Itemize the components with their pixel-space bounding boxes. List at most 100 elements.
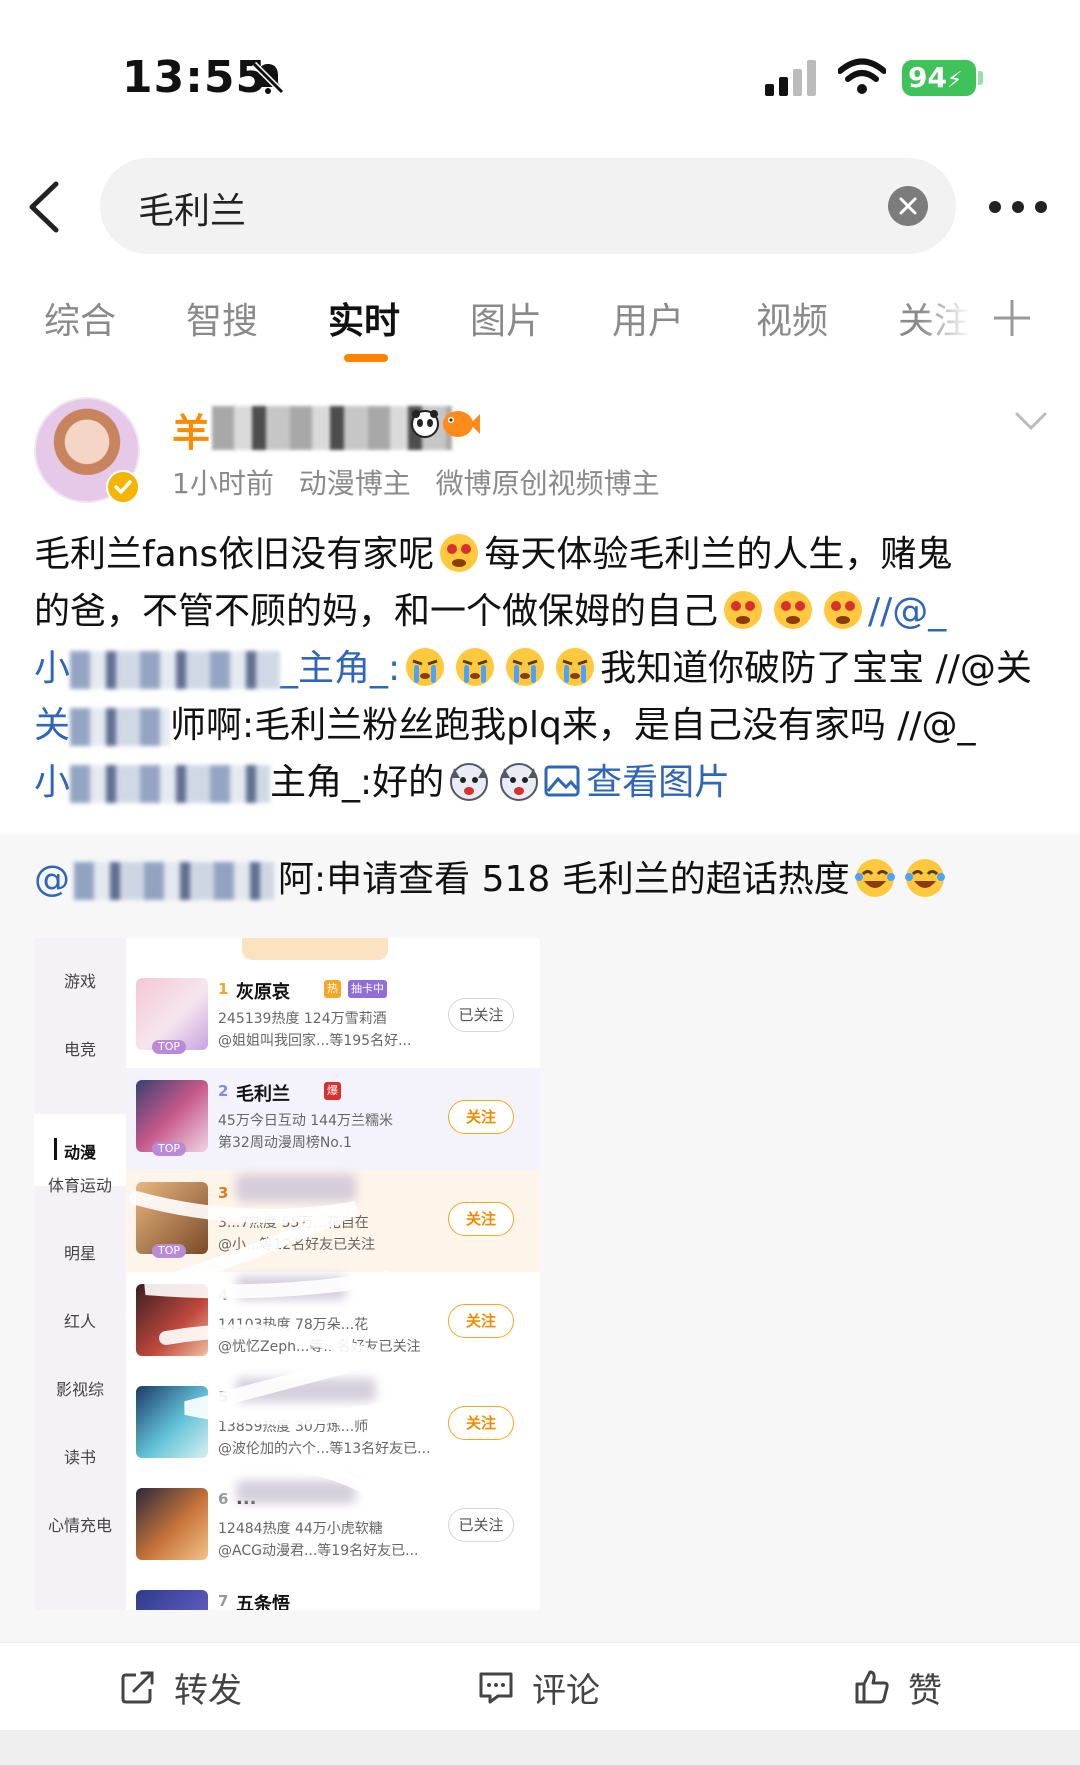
comment-label: 评论 [532,1671,600,1711]
laughing-tears-emoji-icon [904,859,945,897]
post-text: 毛利兰fans依旧没有家呢 每天体验毛利兰的人生，赌鬼 的爸，不管不顾的妈，和一个… [34,526,1046,811]
username-prefix: 羊 [172,411,211,455]
post-line-3: 小 _主角_: 我知道你破防了宝宝 //@关 [34,640,1046,697]
image-category-esports: 电竞 [63,1040,96,1059]
clear-search-icon[interactable] [888,186,928,226]
mention-link[interactable]: 关 [34,705,70,746]
user-tag-anime: 动漫博主 [298,467,411,500]
tearful-face-emoji-icon [456,648,495,686]
image-follow-button: 关注 [448,1202,514,1236]
panda-badge-icon [411,410,439,438]
image-follow-button: 关注 [448,1100,514,1134]
repost-image[interactable]: 游戏 电竞 动漫 体育运动 明星 红人 影视综 读书 心情充电 TOP 1 灰原… [34,938,540,1610]
chevron-down-icon[interactable] [1014,410,1048,432]
post-text-segment: 的爸，不管不顾的妈，和一个做保姆的自己 [34,591,719,632]
search-box[interactable]: 毛利兰 [100,158,956,254]
laughing-tears-emoji-icon [854,859,895,897]
image-category-sports: 体育运动 [47,1176,112,1195]
post-meta: 1小时前 动漫博主 微博原创视频博主 [172,462,676,502]
fish-badge-icon [443,411,480,437]
bottom-strip [0,1730,1080,1765]
image-category-mood: 心情充电 [47,1516,112,1535]
signal-icon [765,60,816,96]
crying-face-emoji-icon [724,591,763,629]
search-input[interactable]: 毛利兰 [138,182,246,234]
mention-link[interactable]: 小 [34,648,70,689]
battery-level: 94 [908,61,947,94]
image-rank-row: 7 五条悟 [126,1578,540,1610]
tab-comprehensive[interactable]: 综合 [44,292,116,344]
status-time: 13:55 [122,52,268,103]
image-rank-row: TOP 1 灰原哀 热 抽卡中 245139热度 124万雪莉酒 @姐姐叫我回家… [126,966,540,1068]
battery-cap [978,71,983,85]
image-rank-thumb [136,1590,208,1610]
crying-face-emoji-icon [774,591,813,629]
tearful-face-emoji-icon [556,648,595,686]
image-scribble-marks [129,1191,403,1494]
tab-smart-search[interactable]: 智搜 [186,292,258,344]
tab-realtime[interactable]: 实时 [328,292,400,344]
view-image-label: 查看图片 [586,762,731,803]
wifi-icon [838,58,886,94]
post-text-segment: 毛利兰fans依旧没有家呢 [34,534,435,575]
mention-link[interactable]: 小 [34,762,70,803]
image-rank-tag: 抽卡中 [348,980,387,998]
image-rank-number: 2 [218,1082,229,1100]
image-category-games: 游戏 [63,972,96,991]
repost-body: 阿:申请查看 518 毛利兰的超话热度 [278,859,850,900]
image-top-badge: TOP [152,1142,186,1156]
tab-videos[interactable]: 视频 [756,292,828,344]
active-tab-indicator [344,354,388,362]
repost-text: @ 阿:申请查看 518 毛利兰的超话热度 [34,856,950,904]
tearful-face-emoji-icon [406,648,445,686]
image-rank-row: TOP 2 毛利兰 爆 45万今日互动 144万兰糯米 第32周动漫周榜No.1… [126,1068,540,1170]
tearful-face-emoji-icon [506,648,545,686]
repost-mention[interactable]: @ [34,859,70,900]
mention-link[interactable]: _主角_: [280,648,400,689]
pixelated-name [70,651,281,689]
image-follow-button: 关注 [448,1304,514,1338]
battery-indicator: 94⚡ [902,60,976,96]
verified-badge-icon [106,470,140,504]
comment-icon [479,1672,513,1704]
back-arrow-icon[interactable] [22,180,66,234]
add-tab-icon[interactable] [990,296,1034,340]
thumbs-up-icon [855,1670,889,1704]
image-rank-friends: 第32周动漫周榜No.1 [218,1135,352,1151]
image-rank-number: 7 [218,1592,229,1610]
image-category-anime: 动漫 [63,1143,96,1162]
post-line-5: 小 主角_:好的 查看图片 [34,754,1046,811]
more-options-icon[interactable] [988,200,1048,214]
crying-face-emoji-icon [824,591,863,629]
reposted-content[interactable]: @ 阿:申请查看 518 毛利兰的超话热度 游戏 电竞 动漫 体育运动 明星 红人… [0,834,1080,1642]
image-top-badge: TOP [152,1040,186,1054]
post-text-segment: 师啊:毛利兰粉丝跑我plq来，是自己没有家吗 //@_ [170,705,976,746]
post-text-segment: 我知道你破防了宝宝 //@关 [600,648,1032,689]
post-line-1: 毛利兰fans依旧没有家呢 每天体验毛利兰的人生，赌鬼 [34,526,1046,583]
status-bar: 13:55 94⚡ [0,0,1080,150]
tab-fade [920,280,970,360]
search-tabs: 综合 智搜 实时 图片 用户 视频 关注 [0,280,1080,370]
husky-face-emoji-icon [500,763,539,801]
pixelated-name [70,708,171,746]
post-line-2: 的爸，不管不顾的妈，和一个做保姆的自己 //@_ [34,583,1046,640]
post-text-segment: 主角_:好的 [270,762,445,803]
image-rank-friends: @姐姐叫我回家...等195名好... [218,1033,412,1049]
mention-link[interactable]: //@_ [868,591,946,632]
share-icon [121,1671,154,1704]
tab-users[interactable]: 用户 [612,292,684,344]
user-tag-video: 微博原创视频博主 [435,467,660,500]
image-rank-tag: 爆 [324,1082,341,1100]
like-label: 赞 [908,1671,942,1711]
husky-face-emoji-icon [450,763,489,801]
view-image-link[interactable]: 查看图片 [544,762,730,803]
image-rank-name: 毛利兰 [236,1084,290,1105]
tab-images[interactable]: 图片 [470,292,542,344]
image-rank-number: 1 [218,980,229,998]
pixelated-name [70,765,271,803]
image-rank-name: 灰原哀 [236,982,290,1003]
post-time: 1小时前 [172,467,274,500]
image-followed-button: 已关注 [448,998,514,1032]
image-rank-name: 五条悟 [236,1594,290,1610]
bell-muted-icon [251,61,285,95]
